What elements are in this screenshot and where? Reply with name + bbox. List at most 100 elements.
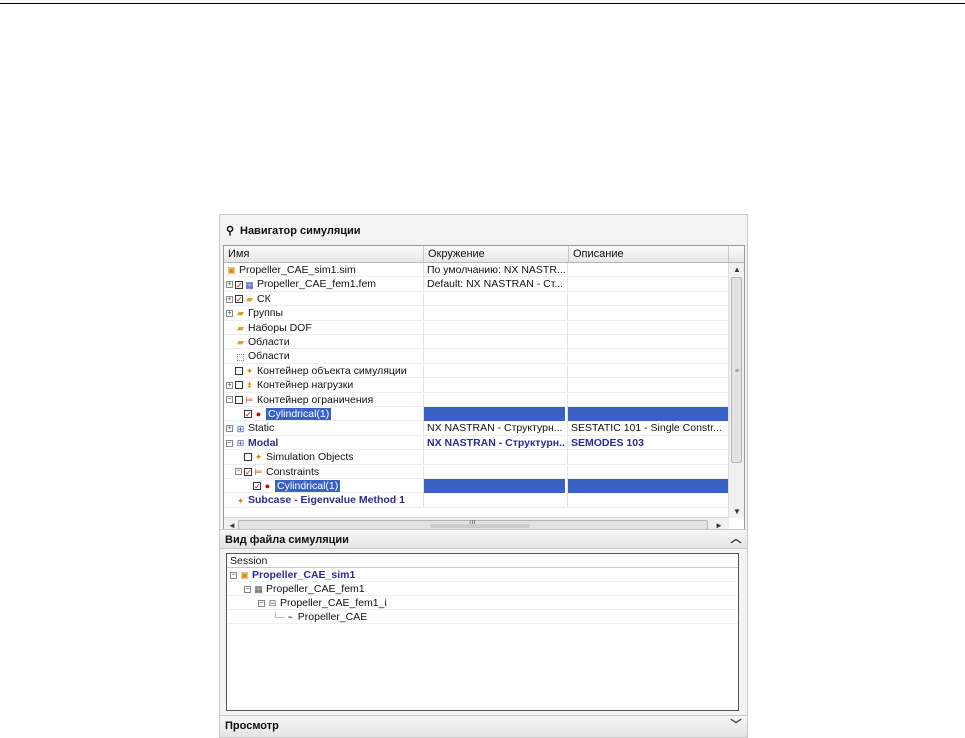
tree-cell-description [567, 277, 729, 292]
tree-cell-name: + ⇟ Контейнер нагрузки [224, 378, 423, 392]
sim-file-icon: ▣ [240, 570, 249, 581]
folder-icon: ▰ [237, 322, 244, 333]
tree-cell-description: SESTATIC 101 - Single Constr... [567, 421, 729, 436]
tree-cell-description [567, 363, 729, 378]
tree-row[interactable]: + ✓ ▦ Propeller_CAE_fem1.fem Default: NX NAS… [224, 277, 729, 292]
solution-icon: ⊞ [236, 438, 245, 449]
simulation-tree[interactable]: Имя Окружение Описание ▣ Propeller_CAE_si… [223, 245, 745, 534]
checkbox-icon[interactable]: ✓ [244, 410, 252, 419]
tree-row[interactable]: + ⇟ Контейнер нагрузки [224, 378, 729, 393]
tree-item-label: Subcase - Eigenvalue Method 1 [248, 494, 405, 507]
constraint-item-icon: ● [255, 409, 262, 420]
load-icon: ⇟ [245, 380, 254, 391]
tree-rows: ▣ Propeller_CAE_sim1.sim По умолчанию: NX … [224, 263, 729, 518]
column-header-description[interactable]: Описание [569, 246, 729, 262]
tree-row[interactable]: ✦ Контейнер объекта симуляции [224, 363, 729, 379]
collapse-icon[interactable]: ︿ [729, 532, 743, 546]
tree-row[interactable]: + ✓ ▰ СК [224, 291, 729, 307]
checkbox-icon[interactable]: ✓ [244, 467, 252, 476]
tree-row[interactable]: ✓ ● Cylindrical(1) [224, 407, 729, 422]
expand-toggle-icon[interactable]: − [230, 571, 237, 579]
tree-cell-environment [423, 450, 565, 465]
vertical-scroll-thumb[interactable]: ≡ [731, 277, 742, 463]
tree-item-label: Наборы DOF [248, 321, 312, 334]
checkbox-icon[interactable] [235, 381, 243, 390]
expand-toggle-icon[interactable]: + [226, 295, 233, 303]
tree-cell-name: + ✓ ▦ Propeller_CAE_fem1.fem [224, 277, 423, 291]
fem-file-icon: ▦ [254, 584, 263, 595]
tree-cell-name: ✓ ● Cylindrical(1) [224, 407, 441, 421]
expand-toggle-icon[interactable]: − [244, 585, 251, 593]
checkbox-icon[interactable] [235, 367, 243, 376]
tree-cell-environment [423, 349, 565, 364]
tree-row[interactable]: + ▰ Группы [224, 306, 729, 321]
tree-row[interactable]: + ⊞ Static NX NASTRAN - Структурн... SESTATI… [224, 421, 729, 436]
tree-row[interactable]: − ✓ ⊨ Constraints [224, 464, 729, 479]
tree-row[interactable]: ⬚ Области [224, 349, 729, 364]
expand-toggle-icon[interactable]: − [258, 599, 265, 607]
tree-row[interactable]: ▰ Области [224, 335, 729, 350]
checkbox-icon[interactable] [244, 453, 252, 462]
session-item-label: Propeller_CAE_fem1 [266, 583, 365, 595]
tree-row[interactable]: − ⊨ Контейнер ограничения [224, 392, 729, 407]
preview-header[interactable]: Просмотр ﹀ [220, 715, 747, 737]
tree-cell-description [567, 407, 729, 421]
scroll-up-icon[interactable]: ▲ [733, 265, 741, 274]
tree-cell-description [567, 335, 729, 349]
scroll-down-icon[interactable]: ▼ [733, 507, 741, 516]
tree-cell-environment: NX NASTRAN - Структурн... [423, 421, 565, 436]
constraint-icon: ⊨ [245, 394, 254, 405]
tree-item-label: Cylindrical(1) [275, 480, 341, 492]
tree-cell-description [567, 263, 729, 277]
tree-row[interactable]: ▣ Propeller_CAE_sim1.sim По умолчанию: NX … [224, 263, 729, 278]
column-header-name[interactable]: Имя [224, 246, 424, 262]
session-row[interactable]: └─ ⌁ Propeller_CAE [227, 610, 738, 624]
session-tree[interactable]: Session − ▣ Propeller_CAE_sim1− ▦ Propeller_… [226, 553, 739, 711]
tree-item-label: Области [248, 350, 290, 363]
part-icon: ⌁ [287, 612, 293, 623]
column-header-environment[interactable]: Окружение [424, 246, 569, 262]
navigator-title: Навигатор симуляции [240, 225, 361, 237]
expand-toggle-icon[interactable]: + [226, 381, 233, 389]
tree-cell-name: − ✓ ⊨ Constraints [224, 465, 432, 479]
expand-toggle-icon[interactable]: + [226, 425, 233, 433]
checkbox-icon[interactable]: ✓ [235, 280, 243, 289]
tree-cell-name: ▰ Наборы DOF [224, 321, 432, 335]
tree-cell-environment [423, 291, 565, 306]
session-row[interactable]: − ▦ Propeller_CAE_fem1 [227, 582, 738, 596]
tree-cell-description [567, 320, 729, 335]
tree-item-label: Propeller_CAE_sim1.sim [239, 264, 356, 276]
checkbox-icon[interactable]: ✓ [253, 482, 261, 491]
tree-row[interactable]: ✦ Simulation Objects [224, 450, 729, 465]
tree-row[interactable]: ▰ Наборы DOF [224, 320, 729, 335]
tree-cell-name: ⬚ Области [224, 349, 432, 363]
tree-cell-environment: Default: NX NASTRAN - Ст... [423, 277, 565, 292]
session-row[interactable]: − ⊟ Propeller_CAE_fem1_i [227, 596, 738, 610]
region-icon: ⬚ [236, 351, 245, 362]
tree-item-label: Simulation Objects [266, 451, 354, 464]
tree-row[interactable]: − ⊞ Modal NX NASTRAN - Структурн... SEMODES … [224, 435, 729, 451]
expand-toggle-icon[interactable]: − [226, 439, 233, 447]
session-header: Session [227, 554, 738, 568]
tree-cell-description [567, 493, 729, 508]
folder-icon: ▰ [237, 337, 244, 348]
file-view-header[interactable]: Вид файла симуляции ︿ [220, 529, 747, 549]
simulation-object-icon: ✦ [245, 366, 254, 377]
expand-toggle-icon[interactable]: + [226, 281, 233, 289]
expand-toggle-icon[interactable]: − [235, 468, 242, 476]
tree-cell-description [567, 392, 729, 407]
vertical-scrollbar[interactable]: ▲ ≡ ▼ [728, 263, 744, 518]
checkbox-icon[interactable]: ✓ [235, 295, 243, 304]
tree-cell-name: + ▰ Группы [224, 306, 423, 320]
tree-header: Имя Окружение Описание [224, 246, 744, 263]
tree-row[interactable]: ✓ ● Cylindrical(1) [224, 479, 729, 494]
session-row[interactable]: − ▣ Propeller_CAE_sim1 [227, 568, 738, 582]
panel-splitter[interactable] [430, 524, 530, 528]
tree-cell-description [567, 450, 729, 465]
expand-toggle-icon[interactable]: − [226, 396, 233, 404]
expand-toggle-icon[interactable]: + [226, 309, 233, 317]
tree-row[interactable]: ✦ Subcase - Eigenvalue Method 1 [224, 493, 729, 508]
navigator-title-bar: ⚲ Навигатор симуляции [220, 223, 747, 239]
expand-icon[interactable]: ﹀ [729, 718, 743, 732]
checkbox-icon[interactable] [235, 395, 243, 404]
